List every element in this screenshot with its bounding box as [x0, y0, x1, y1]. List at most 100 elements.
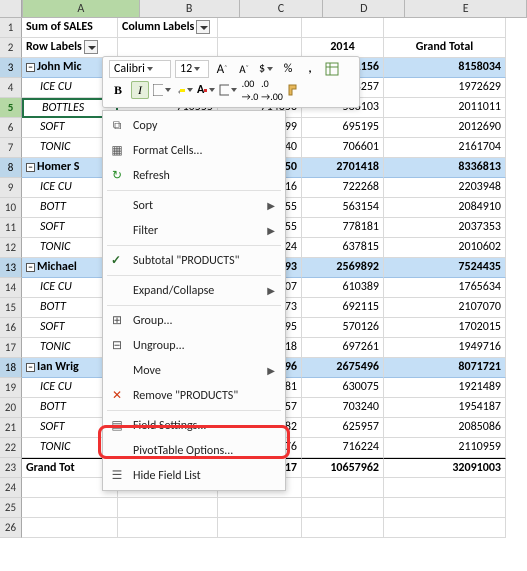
accounting-format-icon[interactable]: $: [257, 60, 275, 78]
cell[interactable]: 1954187: [384, 398, 506, 418]
row-header[interactable]: 25: [0, 498, 22, 518]
row-header[interactable]: 15: [0, 298, 22, 318]
cell[interactable]: 706601: [302, 138, 384, 158]
row-header[interactable]: 11: [0, 218, 22, 238]
row-header[interactable]: 18: [0, 358, 22, 378]
cell[interactable]: 2012690: [384, 118, 506, 138]
cell[interactable]: 1949716: [384, 338, 506, 358]
cell[interactable]: 2110959: [384, 438, 506, 458]
row-header[interactable]: 1: [0, 18, 22, 38]
cell[interactable]: 610389: [302, 278, 384, 298]
cell[interactable]: 1765634: [384, 278, 506, 298]
menu-refresh[interactable]: ↻Refresh: [103, 163, 285, 188]
menu-copy[interactable]: ⧉Copy: [103, 113, 285, 138]
increase-font-icon[interactable]: Aˆ: [213, 60, 231, 78]
cell[interactable]: 570126: [302, 318, 384, 338]
cell[interactable]: 692115: [302, 298, 384, 318]
cell[interactable]: 8158034: [384, 58, 506, 78]
collapse-icon[interactable]: −: [26, 263, 35, 272]
cell[interactable]: 1972629: [384, 78, 506, 98]
cell[interactable]: 8336813: [384, 158, 506, 178]
cell[interactable]: 1921489: [384, 378, 506, 398]
cell[interactable]: 10657962: [302, 458, 384, 478]
row-header[interactable]: 4: [0, 78, 22, 98]
row-header[interactable]: 5: [0, 98, 22, 118]
pivot-value-field[interactable]: Sum of SALES: [22, 18, 118, 38]
row-header[interactable]: 10: [0, 198, 22, 218]
row-header[interactable]: 20: [0, 398, 22, 418]
cell[interactable]: 625957: [302, 418, 384, 438]
cell[interactable]: 2203948: [384, 178, 506, 198]
format-painter-icon[interactable]: [285, 81, 303, 99]
dropdown-icon[interactable]: [196, 20, 210, 34]
font-size-select[interactable]: 12: [175, 60, 209, 78]
cell[interactable]: 2161704: [384, 138, 506, 158]
menu-filter[interactable]: Filter▶: [103, 218, 285, 243]
percent-format-icon[interactable]: %: [279, 60, 297, 78]
cell[interactable]: 32091003: [384, 458, 506, 478]
cell[interactable]: 695195: [302, 118, 384, 138]
decrease-decimal-icon[interactable]: .00→.0: [241, 81, 259, 99]
cell[interactable]: 2107070: [384, 298, 506, 318]
col-header-b[interactable]: B: [140, 0, 240, 17]
row-header[interactable]: 7: [0, 138, 22, 158]
cell[interactable]: 1702015: [384, 318, 506, 338]
menu-move[interactable]: Move▶: [103, 358, 285, 383]
row-header[interactable]: 16: [0, 318, 22, 338]
col-header-e[interactable]: E: [405, 0, 527, 17]
row-header[interactable]: 19: [0, 378, 22, 398]
row-header[interactable]: 14: [0, 278, 22, 298]
cell[interactable]: 637815: [302, 238, 384, 258]
menu-group[interactable]: ⊞Group...: [103, 308, 285, 333]
cell[interactable]: 2010602: [384, 238, 506, 258]
cell[interactable]: 2011011: [384, 98, 506, 118]
cell[interactable]: 703240: [302, 398, 384, 418]
menu-format-cells[interactable]: ▦Format Cells...: [103, 138, 285, 163]
cell[interactable]: 2569892: [302, 258, 384, 278]
font-name-select[interactable]: Calibri: [109, 60, 171, 78]
comma-format-icon[interactable]: ,: [301, 60, 319, 78]
row-header[interactable]: 9: [0, 178, 22, 198]
row-header[interactable]: 6: [0, 118, 22, 138]
border-style-icon[interactable]: [219, 81, 237, 99]
decrease-font-icon[interactable]: Aˇ: [235, 60, 253, 78]
menu-hide-field-list[interactable]: ☰Hide Field List: [103, 463, 285, 488]
cell[interactable]: 2037353: [384, 218, 506, 238]
cell[interactable]: 8071721: [384, 358, 506, 378]
column-labels[interactable]: Column Labels: [118, 18, 218, 38]
row-header[interactable]: 3: [0, 58, 22, 78]
collapse-icon[interactable]: −: [26, 63, 35, 72]
menu-ungroup[interactable]: ⊟Ungroup...: [103, 333, 285, 358]
row-header[interactable]: 12: [0, 238, 22, 258]
menu-field-settings[interactable]: ▤Field Settings...: [103, 413, 285, 438]
cell[interactable]: 2084910: [384, 198, 506, 218]
row-header[interactable]: 23: [0, 458, 22, 478]
col-header-d[interactable]: D: [323, 0, 405, 17]
collapse-icon[interactable]: −: [26, 163, 35, 172]
collapse-icon[interactable]: −: [26, 363, 35, 372]
increase-decimal-icon[interactable]: .0→.00: [263, 81, 281, 99]
cell[interactable]: 630075: [302, 378, 384, 398]
row-header[interactable]: 21: [0, 418, 22, 438]
cell[interactable]: 2701418: [302, 158, 384, 178]
cell[interactable]: 2085086: [384, 418, 506, 438]
row-header[interactable]: 8: [0, 158, 22, 178]
menu-pivottable-options[interactable]: PivotTable Options...: [103, 438, 285, 463]
cell[interactable]: 563154: [302, 198, 384, 218]
italic-icon[interactable]: I: [131, 81, 149, 99]
row-header[interactable]: 17: [0, 338, 22, 358]
row-header[interactable]: 26: [0, 518, 22, 538]
borders-icon[interactable]: [153, 81, 171, 99]
cell[interactable]: 2675496: [302, 358, 384, 378]
fill-color-icon[interactable]: [175, 81, 193, 99]
row-header[interactable]: 24: [0, 478, 22, 498]
cell[interactable]: 778181: [302, 218, 384, 238]
row-header[interactable]: 22: [0, 438, 22, 458]
bold-icon[interactable]: B: [109, 81, 127, 99]
menu-expand-collapse[interactable]: Expand/Collapse▶: [103, 278, 285, 303]
cell[interactable]: 722268: [302, 178, 384, 198]
row-header[interactable]: 2: [0, 38, 22, 58]
menu-subtotal[interactable]: Subtotal "PRODUCTS": [103, 248, 285, 273]
col-header-a[interactable]: A: [22, 0, 140, 17]
menu-remove[interactable]: ✕Remove "PRODUCTS": [103, 383, 285, 408]
